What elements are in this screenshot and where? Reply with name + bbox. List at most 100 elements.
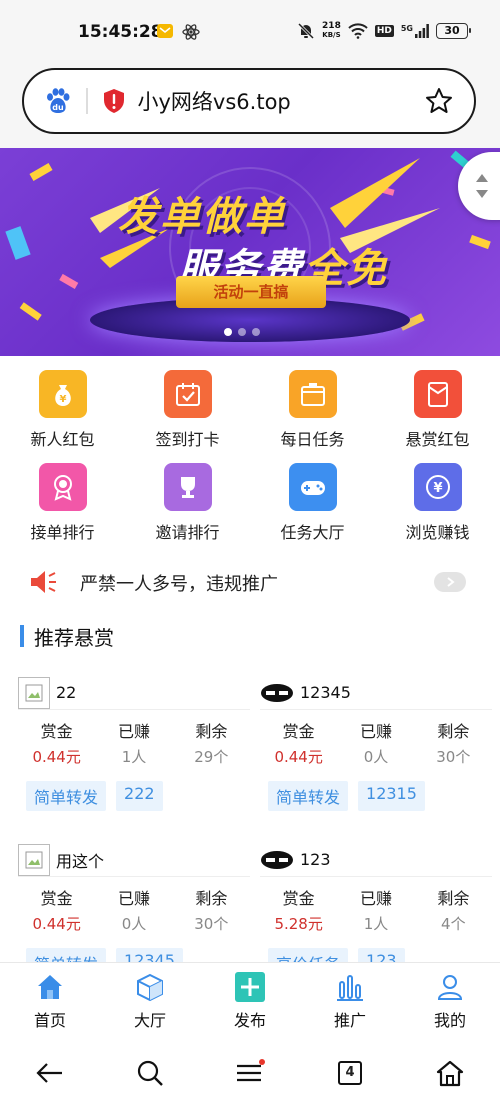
tab-label: 发布 <box>233 1011 266 1030</box>
stat-earned: 已赚 1人 <box>95 718 172 767</box>
grid-item-check-in[interactable]: 签到打卡 <box>125 364 250 457</box>
url-bar[interactable]: du 小y网络vs6.top <box>22 68 476 134</box>
grid-item-browse-earn[interactable]: ¥ 浏览赚钱 <box>375 457 500 550</box>
task-card[interactable]: 22 赏金 0.44元 已赚 1人 剩余 29个 简单转发 222 <box>18 676 250 811</box>
status-left-icons <box>156 23 200 41</box>
card-name: 123 <box>300 850 331 869</box>
url-text[interactable]: 小y网络vs6.top <box>138 86 425 116</box>
cube-icon <box>134 971 166 1003</box>
grid-item-bounty-envelope[interactable]: 悬赏红包 <box>375 364 500 457</box>
stat-label: 已赚 <box>117 722 150 741</box>
tab-label: 大厅 <box>133 1011 166 1030</box>
menu-button[interactable] <box>200 1058 300 1087</box>
browser-nav-bar: 4 <box>0 1034 500 1111</box>
card-name: 22 <box>56 683 77 702</box>
task-card[interactable]: 用这个 赏金 0.44元 已赚 0人 剩余 30个 简单转发 12345 <box>18 843 250 978</box>
grid-item-daily-task[interactable]: 每日任务 <box>250 364 375 457</box>
task-tag: 简单转发 <box>268 781 349 811</box>
grid-item-order-ranking[interactable]: 接单排行 <box>0 457 125 550</box>
tab-count-icon: 4 <box>338 1060 362 1085</box>
card-stats: 赏金 0.44元 已赚 0人 剩余 30个 <box>260 718 492 767</box>
svg-text:¥: ¥ <box>59 394 66 405</box>
stat-value: 4个 <box>441 915 466 933</box>
broken-image-icon <box>18 676 50 709</box>
bookmark-star-icon[interactable] <box>424 86 454 116</box>
home-icon <box>34 971 66 1003</box>
grid-label: 浏览赚钱 <box>405 523 470 542</box>
notice-more-button[interactable] <box>434 572 466 592</box>
carousel-dot[interactable] <box>252 328 260 336</box>
section-accent-bar <box>20 625 24 647</box>
grid-item-new-user-bonus[interactable]: ¥ 新人红包 <box>0 364 125 457</box>
signal-bars-icon <box>415 24 429 38</box>
status-bar: 15:45:28 218 KB/S HD 5G 30 <box>0 0 500 64</box>
speaker-icon <box>31 571 56 593</box>
feature-grid: ¥ 新人红包 签到打卡 每日任务 悬赏红包 接单排行 邀请排行 任务大厅 ¥ 浏… <box>0 364 500 550</box>
grid-label: 签到打卡 <box>155 430 220 449</box>
stat-value: 29个 <box>194 748 229 766</box>
notice-text: 严禁一人多号，违规推广 <box>80 574 278 595</box>
grid-label: 悬赏红包 <box>405 430 470 449</box>
bar-chart-icon <box>334 971 366 1003</box>
tabs-button[interactable]: 4 <box>300 1060 400 1085</box>
stat-label: 剩余 <box>437 889 470 908</box>
stat-label: 赏金 <box>40 722 73 741</box>
stat-earned: 已赚 0人 <box>95 885 172 934</box>
carousel-dot[interactable] <box>224 328 232 336</box>
chevron-right-icon <box>447 577 455 587</box>
grid-label: 接单排行 <box>30 523 95 542</box>
search-icon <box>137 1060 163 1086</box>
home-button[interactable] <box>400 1059 500 1087</box>
grid-item-invite-ranking[interactable]: 邀请排行 <box>125 457 250 550</box>
card-tags: 简单转发 12315 <box>260 781 492 811</box>
stat-value: 1人 <box>363 915 389 933</box>
stat-value: 30个 <box>194 915 229 933</box>
tab-publish[interactable]: 发布 <box>200 963 300 1034</box>
back-button[interactable] <box>0 1061 100 1085</box>
card-header: 123 <box>260 843 492 877</box>
menu-icon <box>237 1058 265 1081</box>
carousel-dot[interactable] <box>238 328 246 336</box>
scroll-arrows-icon <box>476 174 488 198</box>
tab-label: 推广 <box>333 1011 366 1030</box>
security-shield-icon[interactable] <box>102 88 126 114</box>
broken-image-icon <box>18 843 50 876</box>
grid-label: 新人红包 <box>30 430 95 449</box>
stat-value: 0人 <box>121 915 147 933</box>
baidu-paw-icon[interactable]: du <box>44 87 72 115</box>
net-speed: 218 KB/S <box>322 22 341 40</box>
card-stats: 赏金 0.44元 已赚 0人 剩余 30个 <box>18 885 250 934</box>
carousel-dots <box>224 328 260 336</box>
stat-earned: 已赚 1人 <box>337 885 414 934</box>
grid-item-task-hall[interactable]: 任务大厅 <box>250 457 375 550</box>
search-button[interactable] <box>100 1059 200 1087</box>
section-title: 推荐悬赏 <box>34 625 114 650</box>
signal: 5G <box>401 24 429 38</box>
home-outline-icon <box>436 1060 464 1086</box>
tab-home[interactable]: 首页 <box>0 963 100 1034</box>
tab-promote[interactable]: 推广 <box>300 963 400 1034</box>
task-card[interactable]: 12345 赏金 0.44元 已赚 0人 剩余 30个 简单转发 12315 <box>260 676 492 811</box>
card-stats: 赏金 5.28元 已赚 1人 剩余 4个 <box>260 885 492 934</box>
net-speed-value: 218 <box>322 21 341 31</box>
task-card[interactable]: 123 赏金 5.28元 已赚 1人 剩余 4个 高价任务 123 <box>260 843 492 978</box>
user-icon <box>434 971 466 1003</box>
status-right-icons: 218 KB/S HD 5G 30 <box>297 22 471 40</box>
notice-bar[interactable]: 严禁一人多号，违规推广 <box>0 560 500 604</box>
stat-remaining: 剩余 4个 <box>415 885 492 934</box>
calendar-check-icon <box>163 370 212 418</box>
stat-label: 已赚 <box>359 722 392 741</box>
task-tag: 简单转发 <box>26 781 107 811</box>
stat-value: 0.44元 <box>32 748 81 766</box>
stat-reward: 赏金 0.44元 <box>18 885 95 934</box>
tab-hall[interactable]: 大厅 <box>100 963 200 1034</box>
hd-badge: HD <box>374 25 394 37</box>
network-label: 5G <box>400 24 413 33</box>
battery-icon: 30 <box>436 23 471 39</box>
stat-reward: 赏金 5.28元 <box>260 885 337 934</box>
atom-icon <box>182 24 200 40</box>
promo-banner[interactable]: 发单做单 服务费全免 活动一直搞 <box>0 148 500 356</box>
mail-icon <box>157 24 173 38</box>
card-header: 12345 <box>260 676 492 710</box>
tab-mine[interactable]: 我的 <box>400 963 500 1034</box>
